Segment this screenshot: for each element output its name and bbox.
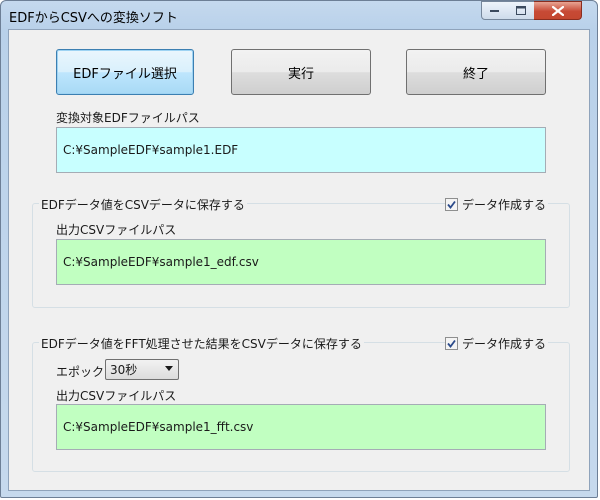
csv-output-label: 出力CSVファイルパス <box>56 223 177 237</box>
maximize-icon <box>516 6 526 15</box>
window-title: EDFからCSVへの変換ソフト <box>9 11 178 26</box>
fft-output-label: 出力CSVファイルパス <box>56 389 177 403</box>
input-path-value: C:¥SampleEDF¥sample1.EDF <box>63 143 239 157</box>
title-bar[interactable]: EDFからCSVへの変換ソフト <box>1 1 597 29</box>
csv-output-path-value: C:¥SampleEDF¥sample1_edf.csv <box>63 255 259 269</box>
csv-checkbox-label: データ作成する <box>462 198 547 212</box>
select-edf-button[interactable]: EDFファイル選択 <box>56 49 194 95</box>
checkbox-box[interactable] <box>445 198 458 211</box>
fft-checkbox-label: データ作成する <box>462 337 547 351</box>
csv-create-checkbox[interactable]: データ作成する <box>445 196 549 213</box>
checkmark-icon <box>447 339 456 348</box>
csv-group-title: EDFデータ値をCSVデータに保存する <box>39 196 247 213</box>
fft-output-path-value: C:¥SampleEDF¥sample1_fft.csv <box>63 420 254 434</box>
minimize-icon <box>490 9 499 12</box>
epoch-select[interactable]: 30秒 <box>105 359 179 380</box>
checkbox-box[interactable] <box>445 337 458 350</box>
app-window: EDFからCSVへの変換ソフト EDFファイル選択 実行 終了 変換対象EDFフ… <box>0 0 598 498</box>
input-path-label: 変換対象EDFファイルパス <box>56 111 200 125</box>
checkmark-icon <box>447 200 456 209</box>
minimize-button[interactable] <box>481 1 509 20</box>
form-client-area: EDFファイル選択 実行 終了 変換対象EDFファイルパス C:¥SampleE… <box>8 29 590 491</box>
csv-output-path-field[interactable]: C:¥SampleEDF¥sample1_edf.csv <box>56 239 546 285</box>
chevron-down-icon <box>165 366 173 371</box>
exit-button[interactable]: 終了 <box>406 49 546 95</box>
fft-group-title: EDFデータ値をFFT処理させた結果をCSVデータに保存する <box>39 335 364 352</box>
epoch-select-value: 30秒 <box>110 363 138 377</box>
fft-output-path-field[interactable]: C:¥SampleEDF¥sample1_fft.csv <box>56 404 546 450</box>
input-path-field[interactable]: C:¥SampleEDF¥sample1.EDF <box>56 127 546 173</box>
close-button[interactable] <box>534 1 582 20</box>
epoch-label: エポック <box>56 365 105 379</box>
fft-create-checkbox[interactable]: データ作成する <box>445 335 549 352</box>
maximize-button[interactable] <box>508 1 535 20</box>
close-icon <box>551 5 564 16</box>
run-button[interactable]: 実行 <box>231 49 371 95</box>
